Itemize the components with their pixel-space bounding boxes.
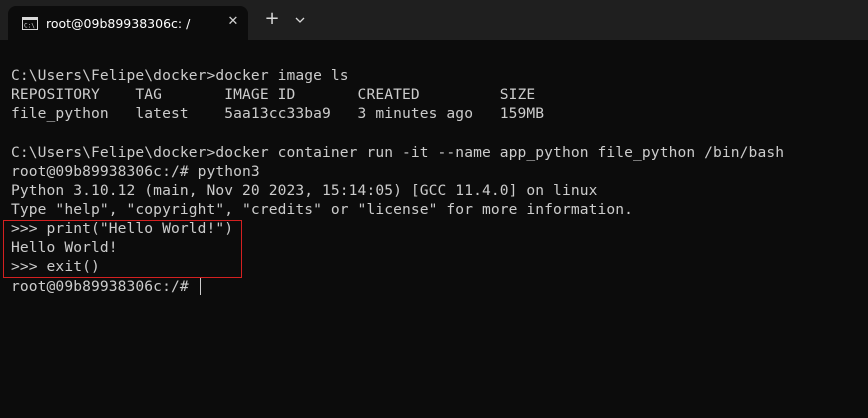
terminal-line: file_python latest 5aa13cc33ba9 3 minute… [11,105,545,122]
terminal-output[interactable]: C:\Users\Felipe\docker>docker image ls R… [0,40,868,418]
text-cursor [200,278,201,295]
terminal-prompt: root@09b89938306c:/# [11,278,198,295]
terminal-line: C:\Users\Felipe\docker>docker image ls [11,67,349,84]
svg-text:C:\: C:\ [24,23,35,30]
terminal-line: Type "help", "copyright", "credits" or "… [11,201,634,218]
terminal-line: Python 3.10.12 (main, Nov 20 2023, 15:14… [11,182,598,199]
highlight-box [3,220,242,278]
new-tab-button[interactable]: + [262,10,282,30]
terminal-line: C:\Users\Felipe\docker>docker container … [11,144,785,161]
terminal-line: root@09b89938306c:/# python3 [11,163,260,180]
terminal-window: C:\ root@09b89938306c: / ✕ + C:\Users\Fe… [0,0,868,418]
tab-bar: C:\ root@09b89938306c: / ✕ + [0,0,868,40]
tab-terminal[interactable]: C:\ root@09b89938306c: / ✕ [8,6,248,40]
tab-title: root@09b89938306c: / [46,16,191,31]
terminal-line: REPOSITORY TAG IMAGE ID CREATED SIZE [11,86,536,103]
terminal-icon: C:\ [22,17,38,30]
chevron-down-icon[interactable] [292,12,308,28]
close-icon[interactable]: ✕ [226,15,240,29]
